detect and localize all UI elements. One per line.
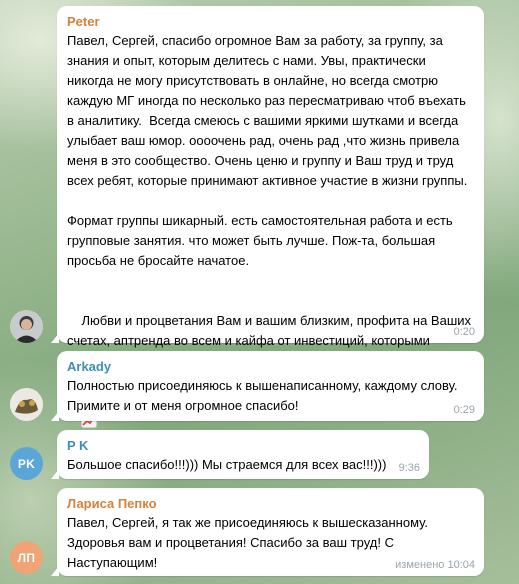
message-bubble[interactable]: Arkady Полностью присоединяюсь к вышенап… [51,351,484,421]
message-text: Большое спасибо!!!))) Мы страемся для вс… [67,457,387,472]
user-photo-icon [10,388,43,421]
message-text: Полностью присоединяюсь к вышенаписанном… [67,378,462,413]
message-author[interactable]: Arkady [67,358,474,375]
message-bubble[interactable]: Peter Павел, Сергей, спасибо огромное Ва… [51,6,484,448]
user-photo-icon [10,310,43,343]
message-text-paragraph: Павел, Сергей, спасибо огромное Вам за р… [67,33,470,188]
message-time: изменено 10:04 [395,559,475,571]
message-author[interactable]: Лариса Пепко [67,495,474,512]
message-bubble[interactable]: Лариса Пепко Павел, Сергей, я так же при… [51,488,484,576]
message-author[interactable]: Peter [67,13,474,30]
message-time: 0:29 [453,404,475,416]
avatar[interactable] [10,310,43,343]
avatar-initials: ЛП [17,550,36,565]
avatar[interactable]: ЛП [10,541,43,574]
message-time: 0:20 [453,326,475,338]
message-author[interactable]: P K [67,437,419,454]
message-bubble[interactable]: P K Большое спасибо!!!))) Мы страемся дл… [51,430,429,479]
avatar[interactable] [10,388,43,421]
avatar-initials: PK [17,456,36,471]
message-text-paragraph: Формат группы шикарный. есть самостоятел… [67,213,457,268]
avatar[interactable]: PK [10,447,43,480]
message-time: 9:36 [398,462,420,474]
